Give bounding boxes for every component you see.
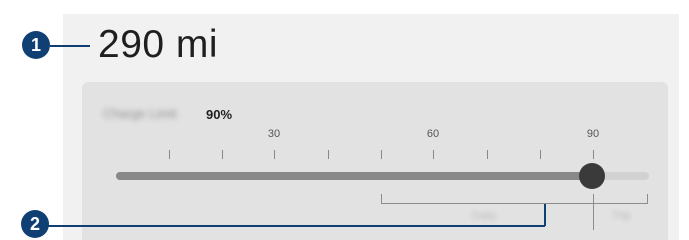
- slider-thumb[interactable]: [579, 163, 605, 189]
- trip-bracket-right: [647, 194, 648, 204]
- scale-label-60: 60: [426, 128, 440, 140]
- bracket-divider: [593, 194, 594, 230]
- scale-tick: [487, 150, 488, 159]
- scale-tick: [540, 150, 541, 159]
- charge-limit-label: Charge Limit: [103, 106, 177, 121]
- callout-badge-1: 1: [22, 31, 50, 59]
- scale-tick: [433, 150, 434, 159]
- range-estimate: 290 mi: [98, 23, 219, 66]
- callout-line-1: [50, 45, 90, 47]
- callout-badge-2: 2: [21, 210, 49, 238]
- scale-label-30: 30: [267, 128, 281, 140]
- scale-tick: [169, 150, 170, 159]
- charge-limit-value: 90%: [206, 107, 233, 122]
- scale-tick: [381, 150, 382, 159]
- daily-bracket: [381, 203, 593, 204]
- trip-bracket: [594, 203, 648, 204]
- scale-tick: [274, 150, 275, 159]
- charge-limit-slider[interactable]: [116, 172, 649, 180]
- slider-fill: [116, 172, 592, 180]
- scale-label-90: 90: [586, 128, 600, 140]
- scale-tick: [328, 150, 329, 159]
- callout-line-2-riser: [544, 204, 546, 226]
- scale-tick: [593, 150, 594, 159]
- callout-line-2: [48, 225, 545, 227]
- scale-tick: [222, 150, 223, 159]
- daily-range-label: Daily: [472, 210, 497, 222]
- trip-range-label: Trip: [612, 210, 631, 222]
